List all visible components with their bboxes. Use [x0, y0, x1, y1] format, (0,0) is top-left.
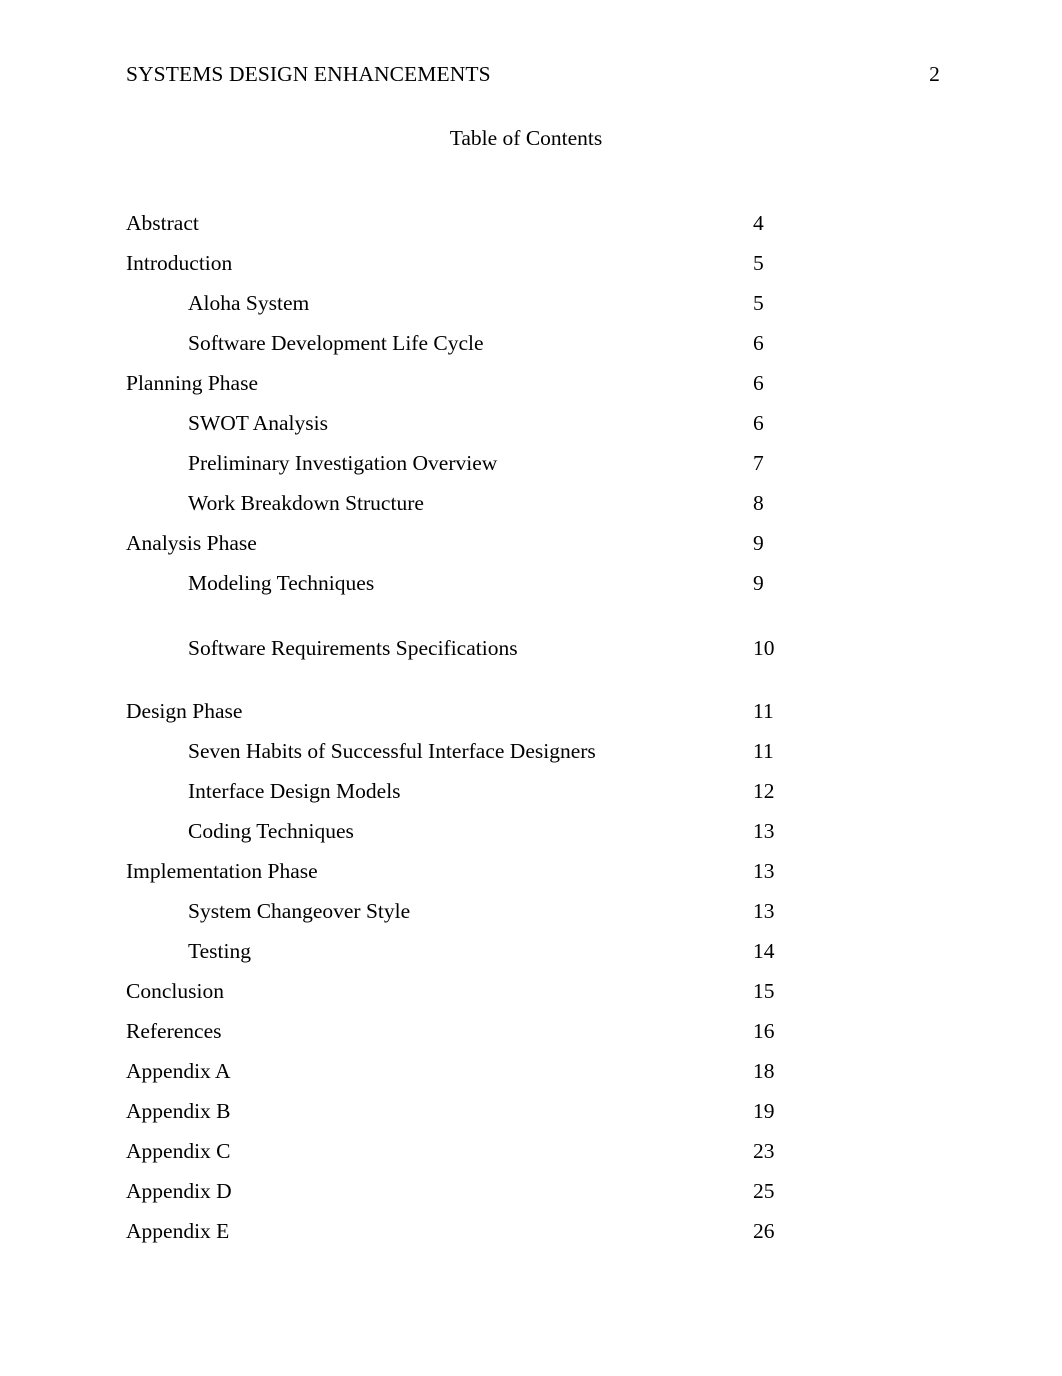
toc-entry-label: Software Development Life Cycle	[188, 331, 484, 355]
toc-entry-page-number: 13	[753, 859, 775, 883]
toc-entry[interactable]: Appendix B 19	[126, 1091, 926, 1131]
toc-entry-label: Preliminary Investigation Overview	[188, 451, 498, 475]
toc-entry[interactable]: System Changeover Style 13	[126, 891, 926, 931]
toc-entry[interactable]: Coding Techniques 13	[126, 811, 926, 851]
running-header-page-number: 2	[929, 62, 940, 86]
toc-entry-page-number: 8	[753, 491, 764, 515]
toc-entry-page-number: 4	[753, 211, 764, 235]
toc-entry[interactable]: Planning Phase 6	[126, 363, 926, 403]
page-title: Table of Contents	[449, 126, 603, 150]
toc-entry-label: Aloha System	[188, 291, 310, 315]
toc-entry[interactable]: Testing 14	[126, 931, 926, 971]
toc-entry-label: Interface Design Models	[188, 779, 401, 803]
toc-entry-page-number: 23	[753, 1139, 775, 1163]
toc-entry[interactable]: Abstract 4	[126, 203, 926, 243]
toc-entry-page-number: 13	[753, 899, 775, 923]
toc-entry-page-number: 5	[753, 251, 764, 275]
toc-entry[interactable]: Seven Habits of Successful Interface Des…	[126, 731, 926, 771]
toc-entry-page-number: 6	[753, 331, 764, 355]
toc-entry[interactable]: Work Breakdown Structure 8	[126, 483, 926, 523]
toc-entry-page-number: 6	[753, 371, 764, 395]
toc-entry-label: Work Breakdown Structure	[188, 491, 424, 515]
toc-entry[interactable]: Software Requirements Specifications 10	[126, 628, 926, 668]
toc-entry-label: Seven Habits of Successful Interface Des…	[188, 739, 596, 763]
toc-entry-label: Appendix B	[126, 1099, 231, 1123]
toc-entry[interactable]: Conclusion 15	[126, 971, 926, 1011]
running-header-title: SYSTEMS DESIGN ENHANCEMENTS	[126, 62, 491, 86]
toc-entry-page-number: 10	[753, 636, 775, 660]
toc-entry-page-number: 9	[753, 531, 764, 555]
toc-entry-label: Software Requirements Specifications	[188, 636, 518, 660]
toc-entry[interactable]: Appendix C 23	[126, 1131, 926, 1171]
table-of-contents: Abstract 4 Introduction 5 Aloha System 5 Softw…	[126, 203, 926, 1251]
toc-entry-page-number: 6	[753, 411, 764, 435]
running-header: SYSTEMS DESIGN ENHANCEMENTS 2	[126, 60, 940, 88]
toc-entry-label: System Changeover Style	[188, 899, 411, 923]
toc-entry-page-number: 26	[753, 1219, 775, 1243]
toc-entry-label: Planning Phase	[126, 371, 258, 395]
toc-entry-page-number: 14	[753, 939, 775, 963]
toc-entry-label: Modeling Techniques	[188, 571, 375, 595]
toc-entry-label: SWOT Analysis	[188, 411, 328, 435]
toc-entry[interactable]: Design Phase 11	[126, 691, 926, 731]
toc-entry-page-number: 18	[753, 1059, 775, 1083]
toc-entry[interactable]: Aloha System 5	[126, 283, 926, 323]
toc-entry-label: Appendix A	[126, 1059, 231, 1083]
toc-entry[interactable]: Analysis Phase 9	[126, 523, 926, 563]
toc-entry[interactable]: Appendix A 18	[126, 1051, 926, 1091]
toc-entry[interactable]: Preliminary Investigation Overview 7	[126, 443, 926, 483]
toc-entry[interactable]: Implementation Phase 13	[126, 851, 926, 891]
toc-entry[interactable]: Software Development Life Cycle 6	[126, 323, 926, 363]
toc-entry-page-number: 19	[753, 1099, 775, 1123]
toc-entry-label: References	[126, 1019, 222, 1043]
toc-entry-label: Introduction	[126, 251, 233, 275]
toc-entry-page-number: 11	[753, 699, 774, 723]
toc-entry[interactable]: Appendix D 25	[126, 1171, 926, 1211]
toc-entry-page-number: 16	[753, 1019, 775, 1043]
toc-entry-page-number: 7	[753, 451, 764, 475]
toc-entry-page-number: 25	[753, 1179, 775, 1203]
toc-entry-label: Coding Techniques	[188, 819, 354, 843]
toc-entry-page-number: 15	[753, 979, 775, 1003]
toc-entry[interactable]: References 16	[126, 1011, 926, 1051]
toc-entry-label: Abstract	[126, 211, 199, 235]
toc-entry-page-number: 5	[753, 291, 764, 315]
toc-entry-label: Appendix D	[126, 1179, 232, 1203]
toc-entry[interactable]: Modeling Techniques 9	[126, 563, 926, 603]
toc-entry[interactable]: SWOT Analysis 6	[126, 403, 926, 443]
toc-entry-label: Appendix C	[126, 1139, 231, 1163]
toc-entry-label: Analysis Phase	[126, 531, 257, 555]
toc-entry-page-number: 13	[753, 819, 775, 843]
toc-entry[interactable]: Appendix E 26	[126, 1211, 926, 1251]
toc-entry[interactable]: Interface Design Models 12	[126, 771, 926, 811]
toc-entry[interactable]: Introduction 5	[126, 243, 926, 283]
document-page: SYSTEMS DESIGN ENHANCEMENTS 2 Table of C…	[0, 0, 1062, 1376]
toc-entry-page-number: 12	[753, 779, 775, 803]
toc-entry-label: Conclusion	[126, 979, 224, 1003]
toc-entry-page-number: 9	[753, 571, 764, 595]
toc-entry-label: Implementation Phase	[126, 859, 318, 883]
toc-entry-label: Design Phase	[126, 699, 243, 723]
toc-entry-page-number: 11	[753, 739, 774, 763]
toc-entry-label: Testing	[188, 939, 251, 963]
toc-entry-label: Appendix E	[126, 1219, 230, 1243]
